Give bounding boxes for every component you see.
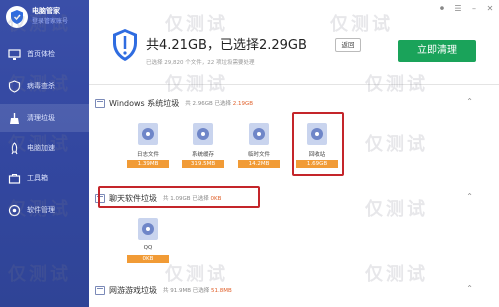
window-controls: ⚫ ☰ – ✕ bbox=[437, 3, 495, 13]
tile-system-cache[interactable]: 系统缓存 319.5MB bbox=[182, 120, 224, 172]
sidebar-item-label: 首页体检 bbox=[27, 50, 55, 58]
sidebar-item-label: 电脑加速 bbox=[27, 144, 55, 152]
total-size-text: 共4.21GB，已选择2.29GB bbox=[146, 38, 307, 53]
sidebar-item-antivirus[interactable]: 病毒查杀 bbox=[0, 72, 89, 100]
toolbox-icon bbox=[8, 172, 21, 185]
game-section-header[interactable]: 网游游戏垃圾 共 91.9MB 已选择 51.8MB bbox=[95, 283, 232, 297]
clean-now-button[interactable]: 立即清理 bbox=[398, 40, 476, 62]
result-shield-icon bbox=[113, 29, 137, 61]
tile-qq[interactable]: QQ 0KB bbox=[127, 215, 169, 267]
monitor-icon bbox=[8, 48, 21, 61]
broom-icon bbox=[8, 112, 21, 125]
sidebar-item-cleanup[interactable]: 清理垃圾 bbox=[0, 104, 89, 132]
sidebar-item-label: 工具箱 bbox=[27, 174, 48, 182]
disk-icon bbox=[138, 218, 158, 240]
collapse-chevron-icon[interactable]: ⌃ bbox=[466, 97, 473, 106]
selected-size: 2.19GB bbox=[232, 101, 254, 107]
return-button[interactable]: 返回 bbox=[335, 38, 361, 52]
collapse-chevron-icon[interactable]: ⌃ bbox=[466, 284, 473, 293]
rocket-icon bbox=[8, 141, 21, 155]
scan-summary: 共4.21GB，已选择2.29GB 返回 已选择 29,820 个文件，22 项… bbox=[89, 20, 499, 80]
disk-icon bbox=[249, 123, 269, 145]
windows-folder-icon bbox=[95, 98, 105, 108]
close-icon[interactable]: ✕ bbox=[485, 3, 495, 13]
scan-details-text: 已选择 29,820 个文件，22 项垃圾需要处理 bbox=[146, 60, 255, 66]
collapse-chevron-icon[interactable]: ⌃ bbox=[466, 192, 473, 201]
tile-label: 临时文件 bbox=[247, 152, 270, 158]
tile-size: 1.39MB bbox=[127, 160, 169, 168]
sidebar-item-toolbox[interactable]: 工具箱 bbox=[0, 164, 89, 192]
sidebar-item-software[interactable]: 软件管理 bbox=[0, 196, 89, 224]
sidebar-item-label: 清理垃圾 bbox=[27, 114, 55, 122]
sidebar: 电脑管家 登录管家账号 首页体检 病毒查杀 清理垃圾 电脑加速 工具箱 软件管理 bbox=[0, 0, 89, 307]
sidebar-item-label: 病毒查杀 bbox=[27, 82, 55, 90]
tile-label: 系统缓存 bbox=[191, 152, 214, 158]
chat-section-highlight bbox=[98, 186, 260, 208]
divider bbox=[89, 84, 499, 85]
sidebar-item-label: 软件管理 bbox=[27, 206, 55, 214]
apps-icon bbox=[8, 204, 21, 217]
sidebar-item-checkup[interactable]: 首页体检 bbox=[0, 40, 89, 68]
app-logo-icon bbox=[6, 6, 28, 28]
tile-temp-files[interactable]: 临时文件 14.2MB bbox=[238, 120, 280, 172]
login-link[interactable]: 登录管家账号 bbox=[32, 16, 68, 25]
sidebar-item-speedup[interactable]: 电脑加速 bbox=[0, 134, 89, 162]
section-title: Windows 系统垃圾 bbox=[109, 98, 180, 108]
disk-icon bbox=[138, 123, 158, 145]
disk-icon bbox=[193, 123, 213, 145]
tile-size: 319.5MB bbox=[182, 160, 224, 168]
brand-name: 电脑管家 bbox=[32, 7, 60, 15]
watermark: 仅测试 bbox=[365, 199, 428, 220]
brand: 电脑管家 登录管家账号 bbox=[0, 0, 89, 36]
windows-section-header[interactable]: Windows 系统垃圾 共 2.96GB 已选择 2.19GB bbox=[95, 96, 253, 110]
skin-icon[interactable]: ⚫ bbox=[437, 3, 447, 13]
tile-size: 14.2MB bbox=[238, 160, 280, 168]
section-meta: 共 91.9MB 已选择 51.8MB bbox=[163, 288, 232, 294]
selected-size: 51.8MB bbox=[211, 288, 232, 294]
shield-icon bbox=[8, 79, 21, 93]
tile-log-files[interactable]: 日志文件 1.39MB bbox=[127, 120, 169, 172]
minimize-icon[interactable]: – bbox=[469, 3, 479, 13]
recycle-bin-highlight bbox=[292, 112, 344, 176]
tile-label: QQ bbox=[143, 245, 153, 251]
section-title: 网游游戏垃圾 bbox=[109, 285, 157, 295]
watermark: 仅测试 bbox=[365, 134, 428, 155]
menu-icon[interactable]: ☰ bbox=[453, 3, 463, 13]
tile-size: 0KB bbox=[127, 255, 169, 263]
tile-label: 日志文件 bbox=[136, 152, 159, 158]
game-folder-icon bbox=[95, 285, 105, 295]
section-meta: 共 2.96GB 已选择 2.19GB bbox=[185, 101, 254, 107]
watermark: 仅测试 bbox=[365, 264, 428, 285]
